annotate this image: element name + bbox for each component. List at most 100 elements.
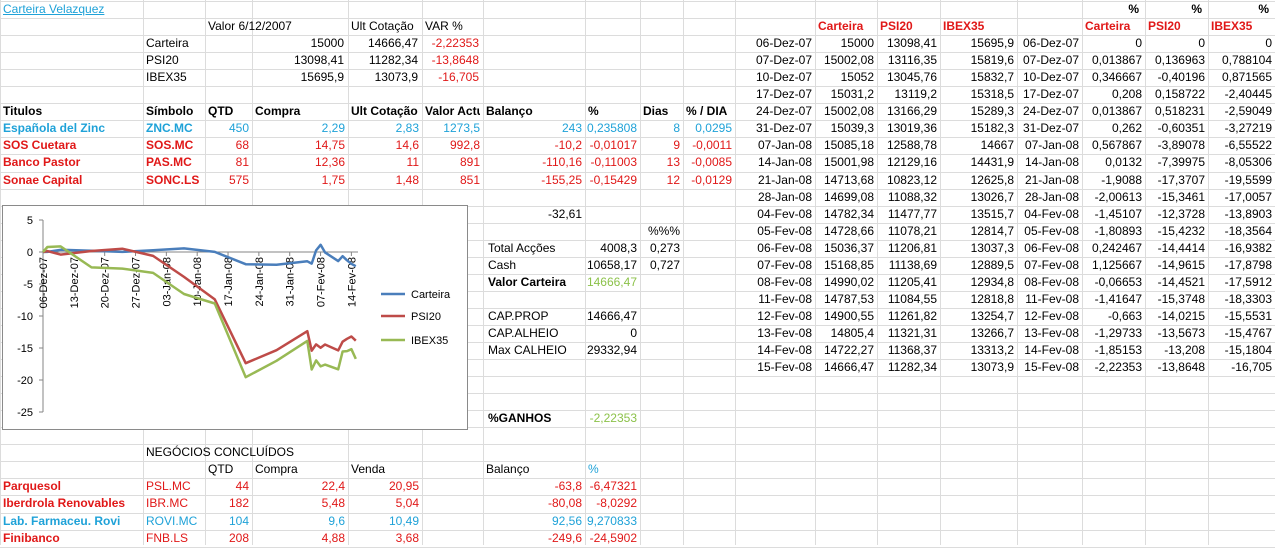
hist-carteira-pct[interactable]: 1,125667 [1082,257,1142,273]
summary-row-var[interactable]: -2,22353 [422,35,479,51]
holding-qtd[interactable]: 575 [205,172,249,188]
hist-ibex35-pct[interactable]: -17,0057 [1208,189,1272,205]
holding-compra[interactable]: 1,75 [252,172,345,188]
holdings-header-2[interactable]: QTD [208,103,249,119]
hist-carteira[interactable]: 15000 [815,35,874,51]
holding-ult[interactable]: 11 [348,154,419,170]
hist-carteira[interactable]: 15085,18 [815,137,874,153]
hist-date[interactable]: 13-Fev-08 [735,325,812,341]
holding-ult[interactable]: 14,6 [348,137,419,153]
closed-name[interactable]: Iberdrola Renovables [3,495,142,511]
hist-date[interactable]: 11-Fev-08 [735,291,812,307]
holdings-header-4[interactable]: Ult Cotação [351,103,419,119]
hist-psi20-pct[interactable]: -7,39975 [1145,154,1205,170]
hist-psi20[interactable]: 10823,12 [877,172,937,188]
hist-date[interactable]: 10-Dez-07 [735,69,812,85]
hist-ibex35-pct[interactable]: -15,5531 [1208,308,1272,324]
hist-pct-mark[interactable]: % [1208,1,1269,17]
hist-header-ibex35[interactable]: IBEX35 [943,18,1014,34]
hist-ibex35[interactable]: 12814,7 [940,223,1014,239]
hist-pct-header-ibex35[interactable]: IBEX35 [1211,18,1272,34]
hist-psi20[interactable]: 11084,55 [877,291,937,307]
holding-balanco[interactable]: -155,25 [483,172,582,188]
hist-ibex35[interactable]: 15695,9 [940,35,1014,51]
cash-value[interactable]: 10658,17 [483,257,637,273]
hist-ibex35[interactable]: 15289,3 [940,103,1014,119]
holding-balanco[interactable]: -110,16 [483,154,582,170]
hist-psi20-pct[interactable]: -13,8648 [1145,359,1205,375]
hist-ibex35[interactable]: 14431,9 [940,154,1014,170]
hist-ibex35-pct[interactable]: -19,5599 [1208,172,1272,188]
hist-psi20[interactable]: 13098,41 [877,35,937,51]
closed-header-compra[interactable]: Compra [255,461,345,477]
hist-ibex35[interactable]: 15182,3 [940,120,1014,136]
hist-carteira[interactable]: 14805,4 [815,325,874,341]
hist-date-2[interactable]: 21-Jan-08 [1017,172,1079,188]
summary-row-var[interactable]: -16,705 [422,69,479,85]
total-accoes-pct[interactable]: 0,273 [640,240,680,256]
hist-date-2[interactable]: 05-Fev-08 [1017,223,1079,239]
holding-compra[interactable]: 2,29 [252,120,345,136]
hist-ibex35-pct[interactable]: -16,9382 [1208,240,1272,256]
holdings-header-8[interactable]: Dias [643,103,680,119]
closed-venda[interactable]: 20,95 [348,478,419,494]
hist-ibex35-pct[interactable]: -2,59049 [1208,103,1272,119]
hist-psi20[interactable]: 13019,36 [877,120,937,136]
hist-pct-mark[interactable]: % [1082,1,1139,17]
holding-symbol[interactable]: SONC.LS [146,172,202,188]
hist-carteira[interactable]: 14699,08 [815,189,874,205]
valor-carteira[interactable]: 14666,47 [483,274,637,290]
hist-carteira[interactable]: 14900,55 [815,308,874,324]
cash-pct[interactable]: 0,727 [640,257,680,273]
holding-ult[interactable]: 2,83 [348,120,419,136]
hist-carteira-pct[interactable]: -0,663 [1082,308,1142,324]
hist-ibex35[interactable]: 13313,2 [940,342,1014,358]
hist-psi20[interactable]: 11261,82 [877,308,937,324]
closed-compra[interactable]: 5,48 [252,495,345,511]
hist-psi20-pct[interactable]: -3,89078 [1145,137,1205,153]
hist-ibex35[interactable]: 12818,8 [940,291,1014,307]
hist-ibex35[interactable]: 15318,5 [940,86,1014,102]
hist-carteira-pct[interactable]: -1,45107 [1082,206,1142,222]
hist-psi20[interactable]: 11138,69 [877,257,937,273]
holding-dias[interactable]: 13 [640,154,680,170]
holding-qtd[interactable]: 450 [205,120,249,136]
holding-ult[interactable]: 1,48 [348,172,419,188]
closed-venda[interactable]: 10,49 [348,513,419,529]
closed-header-pct[interactable]: % [588,461,637,477]
header-var[interactable]: VAR % [425,18,505,34]
closed-symbol[interactable]: IBR.MC [146,495,202,511]
hist-date-2[interactable]: 07-Dez-07 [1017,52,1079,68]
hist-date-2[interactable]: 06-Fev-08 [1017,240,1079,256]
hist-psi20-pct[interactable]: -15,3748 [1145,291,1205,307]
hist-date[interactable]: 21-Jan-08 [735,172,812,188]
hist-date-2[interactable]: 14-Jan-08 [1017,154,1079,170]
closed-header-balanco[interactable]: Balanço [486,461,582,477]
hist-date[interactable]: 15-Fev-08 [735,359,812,375]
hist-carteira-pct[interactable]: -1,85153 [1082,342,1142,358]
hist-ibex35-pct[interactable]: -18,3303 [1208,291,1272,307]
closed-compra[interactable]: 4,88 [252,530,345,546]
max-calheio[interactable]: 29332,94 [483,342,637,358]
hist-psi20[interactable]: 11088,32 [877,189,937,205]
hist-psi20[interactable]: 12129,16 [877,154,937,170]
closed-venda[interactable]: 5,04 [348,495,419,511]
hist-psi20-pct[interactable]: 0,136963 [1145,52,1205,68]
balanco-total[interactable]: -32,61 [483,206,582,222]
hist-psi20-pct[interactable]: 0,158722 [1145,86,1205,102]
holding-pctdia[interactable]: -0,0085 [683,154,732,170]
closed-qtd[interactable]: 208 [205,530,249,546]
hist-date[interactable]: 12-Fev-08 [735,308,812,324]
closed-pct[interactable]: -24,5902 [585,530,637,546]
hist-carteira-pct[interactable]: -1,29733 [1082,325,1142,341]
closed-venda[interactable]: 3,68 [348,530,419,546]
holding-valor[interactable]: 891 [422,154,480,170]
holding-dias[interactable]: 8 [640,120,680,136]
hist-carteira-pct[interactable]: -2,00613 [1082,189,1142,205]
closed-deals-title[interactable]: NEGÓCIOS CONCLUÍDOS [146,444,346,460]
holding-qtd[interactable]: 81 [205,154,249,170]
summary-row-ult[interactable]: 13073,9 [348,69,418,85]
holding-name[interactable]: Española del Zinc [3,120,142,136]
hist-carteira[interactable]: 14666,47 [815,359,874,375]
hist-psi20-pct[interactable]: 0,518231 [1145,103,1205,119]
